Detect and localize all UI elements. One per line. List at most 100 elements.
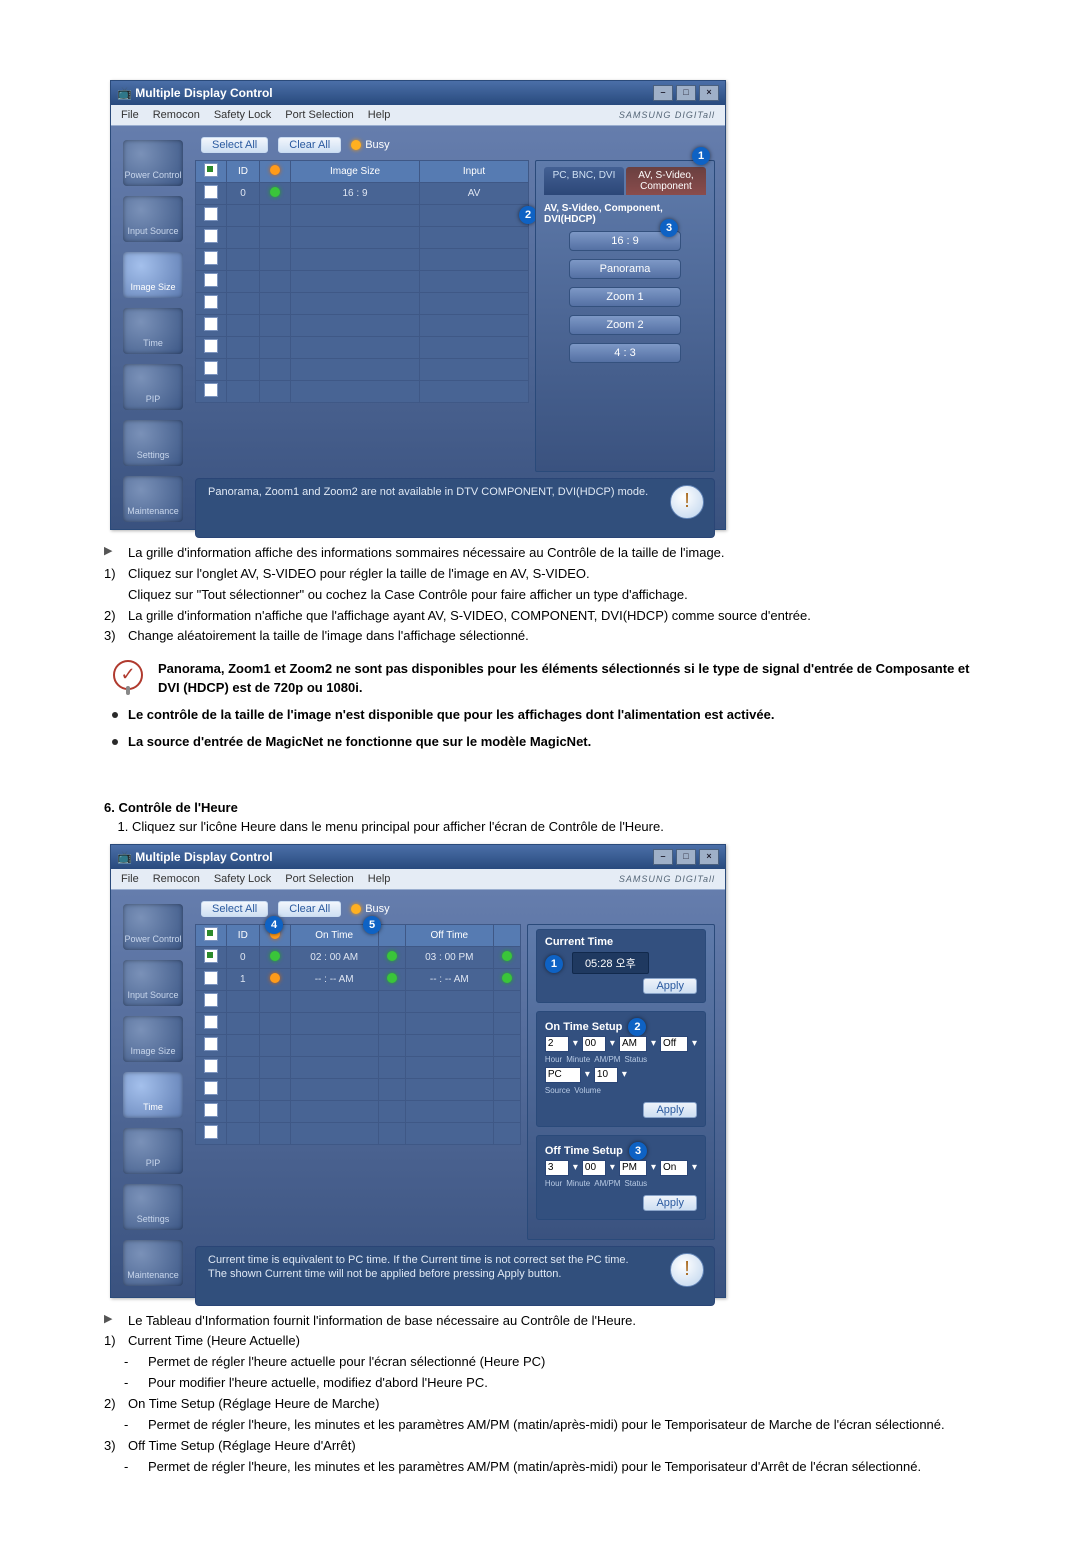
menu-safety-lock[interactable]: Safety Lock bbox=[214, 109, 271, 121]
menu-help[interactable]: Help bbox=[368, 873, 391, 885]
window-close-button[interactable]: × bbox=[699, 849, 719, 865]
table-row[interactable] bbox=[196, 990, 521, 1012]
ratio-4-3[interactable]: 4 : 3 bbox=[569, 343, 681, 363]
on-status[interactable]: Off bbox=[660, 1036, 688, 1052]
sidebar-item-power-control[interactable]: Power Control bbox=[123, 140, 183, 186]
table-row[interactable] bbox=[196, 205, 529, 227]
menu-file[interactable]: File bbox=[121, 109, 139, 121]
table-row[interactable] bbox=[196, 359, 529, 381]
row-checkbox[interactable] bbox=[204, 383, 218, 397]
window-max-button[interactable]: □ bbox=[676, 85, 696, 101]
apply-on-time-button[interactable]: Apply bbox=[643, 1102, 697, 1118]
row-checkbox[interactable] bbox=[204, 949, 218, 963]
sidebar-item-maintenance[interactable]: Maintenance bbox=[123, 1240, 183, 1286]
lbl-ampm: AM/PM bbox=[594, 1055, 620, 1064]
table-row[interactable] bbox=[196, 1122, 521, 1144]
table-row[interactable] bbox=[196, 1012, 521, 1034]
off-ampm[interactable]: PM bbox=[619, 1160, 647, 1176]
row-checkbox[interactable] bbox=[204, 339, 218, 353]
sidebar-item-time[interactable]: Time bbox=[123, 1072, 183, 1118]
table-row[interactable] bbox=[196, 227, 529, 249]
row-checkbox[interactable] bbox=[204, 361, 218, 375]
menu-file[interactable]: File bbox=[121, 873, 139, 885]
sidebar-item-pip[interactable]: PIP bbox=[123, 364, 183, 410]
table-row[interactable] bbox=[196, 293, 529, 315]
ratio-panorama[interactable]: Panorama bbox=[569, 259, 681, 279]
tab-pc-bnc-dvi[interactable]: PC, BNC, DVI bbox=[544, 167, 624, 195]
table-row[interactable] bbox=[196, 315, 529, 337]
table-row[interactable] bbox=[196, 1034, 521, 1056]
ratio-zoom1[interactable]: Zoom 1 bbox=[569, 287, 681, 307]
row-checkbox[interactable] bbox=[204, 273, 218, 287]
info-2: La grille d'information n'affiche que l'… bbox=[128, 607, 811, 626]
off-hour[interactable]: 3 bbox=[545, 1160, 569, 1176]
header-checkbox[interactable] bbox=[204, 927, 218, 941]
sidebar-item-input-source[interactable]: Input Source bbox=[123, 196, 183, 242]
menu-port-selection[interactable]: Port Selection bbox=[285, 873, 353, 885]
row-checkbox[interactable] bbox=[204, 993, 218, 1007]
row-checkbox[interactable] bbox=[204, 1125, 218, 1139]
window-max-button[interactable]: □ bbox=[676, 849, 696, 865]
menu-remocon[interactable]: Remocon bbox=[153, 873, 200, 885]
row-checkbox[interactable] bbox=[204, 1081, 218, 1095]
row-checkbox[interactable] bbox=[204, 1015, 218, 1029]
row-checkbox[interactable] bbox=[204, 229, 218, 243]
row-checkbox[interactable] bbox=[204, 1103, 218, 1117]
lbl-ampm: AM/PM bbox=[594, 1179, 620, 1188]
window-min-button[interactable]: – bbox=[653, 849, 673, 865]
table-row[interactable] bbox=[196, 271, 529, 293]
sidebar-item-power-control[interactable]: Power Control bbox=[123, 904, 183, 950]
menu-remocon[interactable]: Remocon bbox=[153, 109, 200, 121]
table-row[interactable]: 1 -- : -- AM -- : -- AM bbox=[196, 968, 521, 990]
header-checkbox[interactable] bbox=[204, 163, 218, 177]
row-checkbox[interactable] bbox=[204, 251, 218, 265]
col-image-size: Image Size bbox=[291, 161, 420, 183]
off-status[interactable]: On bbox=[660, 1160, 688, 1176]
clear-all-button[interactable]: Clear All bbox=[278, 901, 341, 917]
table-row[interactable] bbox=[196, 249, 529, 271]
window-min-button[interactable]: – bbox=[653, 85, 673, 101]
table-row[interactable]: 0 02 : 00 AM 03 : 00 PM bbox=[196, 946, 521, 968]
on-ampm[interactable]: AM bbox=[619, 1036, 647, 1052]
select-all-button[interactable]: Select All bbox=[201, 137, 268, 153]
menu-help[interactable]: Help bbox=[368, 109, 391, 121]
on-source[interactable]: PC bbox=[545, 1067, 581, 1083]
lbl-status: Status bbox=[624, 1055, 647, 1064]
sidebar-item-settings[interactable]: Settings bbox=[123, 1184, 183, 1230]
select-all-button[interactable]: Select All bbox=[201, 901, 268, 917]
menu-safety-lock[interactable]: Safety Lock bbox=[214, 873, 271, 885]
row-checkbox[interactable] bbox=[204, 207, 218, 221]
row-checkbox[interactable] bbox=[204, 295, 218, 309]
sidebar-item-time[interactable]: Time bbox=[123, 308, 183, 354]
on-volume[interactable]: 10 bbox=[594, 1067, 618, 1083]
table-row[interactable]: 0 16 : 9 AV bbox=[196, 183, 529, 205]
apply-current-time-button[interactable]: Apply bbox=[643, 978, 697, 994]
row-checkbox[interactable] bbox=[204, 1037, 218, 1051]
table-row[interactable] bbox=[196, 1056, 521, 1078]
row-checkbox[interactable] bbox=[204, 971, 218, 985]
info-icon: ! bbox=[670, 485, 704, 519]
time-i1b: Pour modifier l'heure actuelle, modifiez… bbox=[148, 1374, 488, 1393]
off-minute[interactable]: 00 bbox=[582, 1160, 606, 1176]
on-minute[interactable]: 00 bbox=[582, 1036, 606, 1052]
on-hour[interactable]: 2 bbox=[545, 1036, 569, 1052]
table-row[interactable] bbox=[196, 381, 529, 403]
apply-off-time-button[interactable]: Apply bbox=[643, 1195, 697, 1211]
row-checkbox[interactable] bbox=[204, 1059, 218, 1073]
sidebar-item-image-size[interactable]: Image Size bbox=[123, 252, 183, 298]
menu-port-selection[interactable]: Port Selection bbox=[285, 109, 353, 121]
sidebar-item-maintenance[interactable]: Maintenance bbox=[123, 476, 183, 522]
sidebar-item-pip[interactable]: PIP bbox=[123, 1128, 183, 1174]
ratio-zoom2[interactable]: Zoom 2 bbox=[569, 315, 681, 335]
row-checkbox[interactable] bbox=[204, 317, 218, 331]
sidebar-item-image-size[interactable]: Image Size bbox=[123, 1016, 183, 1062]
sidebar-item-settings[interactable]: Settings bbox=[123, 420, 183, 466]
window-close-button[interactable]: × bbox=[699, 85, 719, 101]
clear-all-button[interactable]: Clear All bbox=[278, 137, 341, 153]
tab-av-svideo[interactable]: AV, S-Video, Component bbox=[626, 167, 706, 195]
row-checkbox[interactable] bbox=[204, 185, 218, 199]
table-row[interactable] bbox=[196, 337, 529, 359]
table-row[interactable] bbox=[196, 1100, 521, 1122]
sidebar-item-input-source[interactable]: Input Source bbox=[123, 960, 183, 1006]
table-row[interactable] bbox=[196, 1078, 521, 1100]
